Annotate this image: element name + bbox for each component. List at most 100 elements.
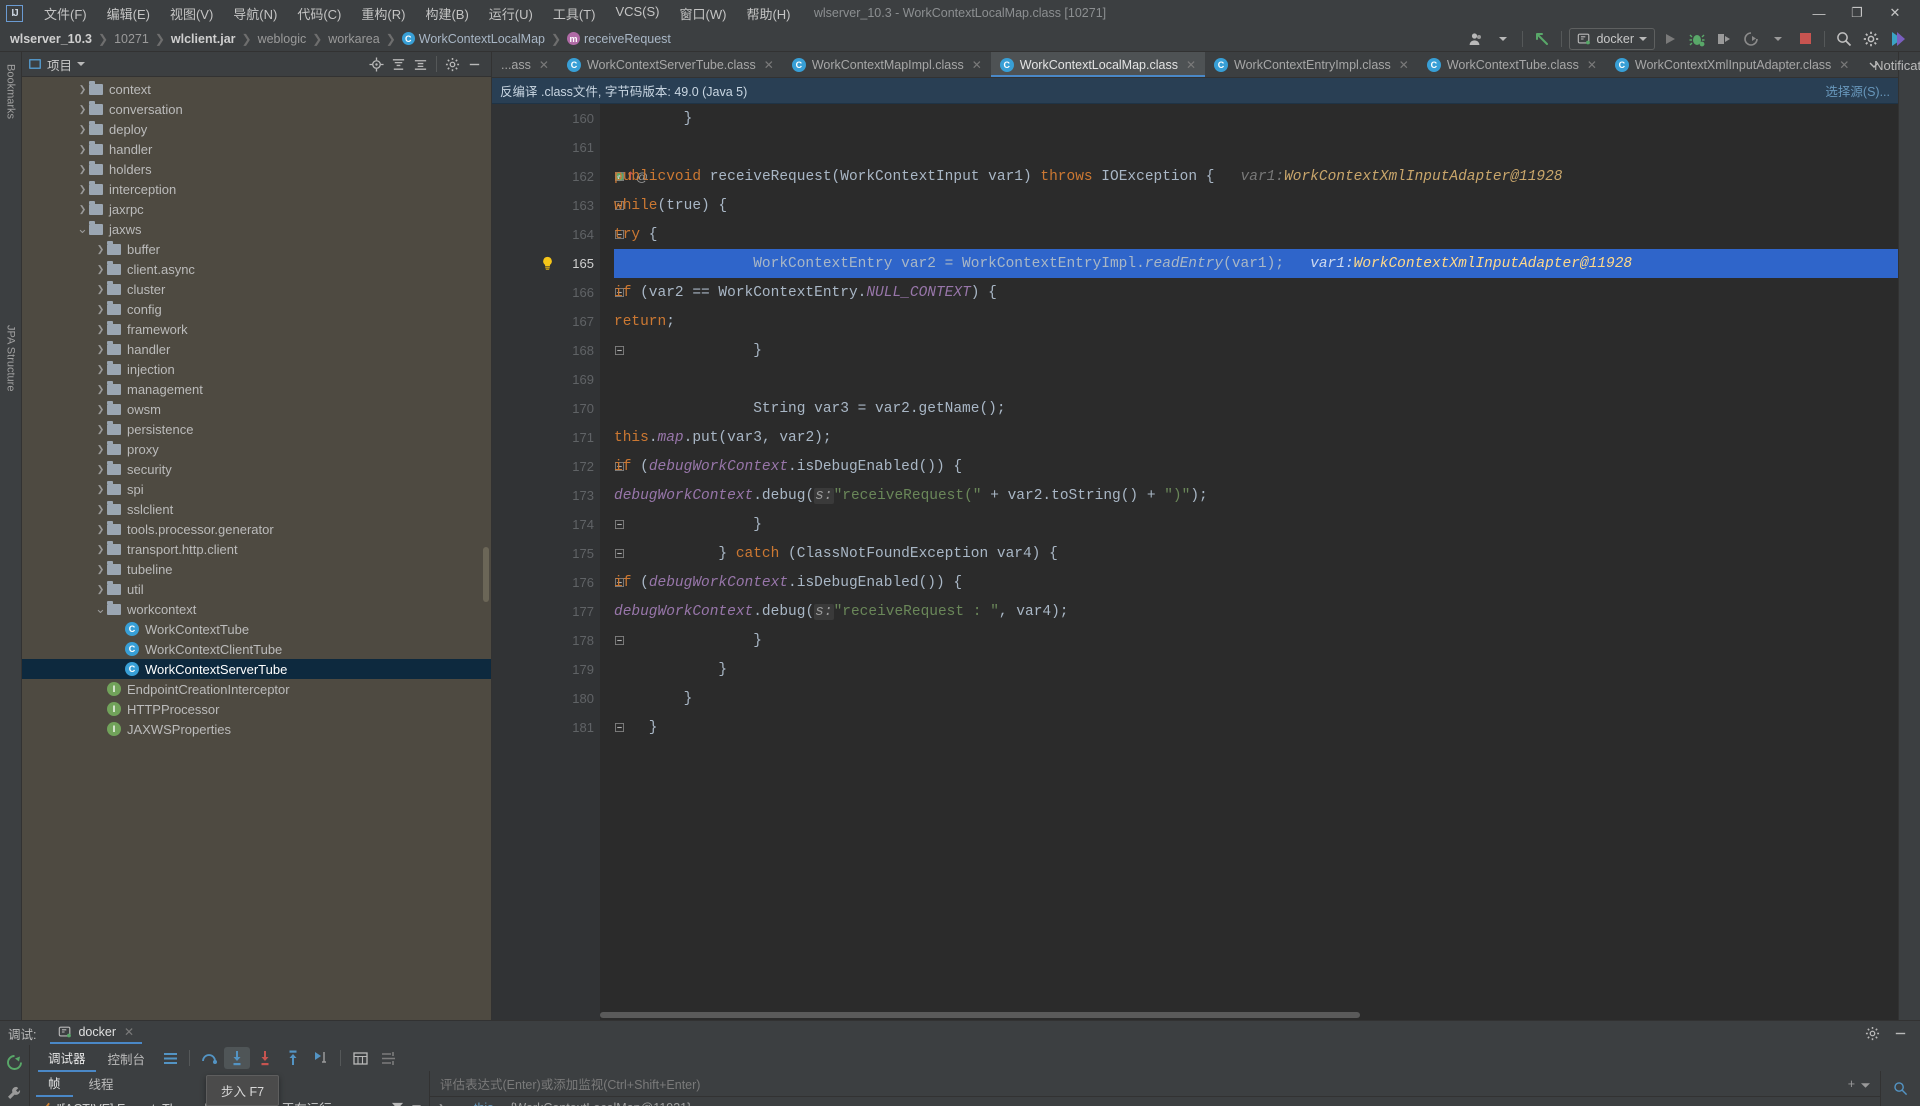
gutter-line[interactable]: 164 [492, 220, 600, 249]
close-icon[interactable]: ✕ [764, 58, 774, 72]
bookmarks-rail[interactable]: Bookmarks [3, 58, 19, 125]
user-account-icon[interactable] [1464, 28, 1488, 50]
gutter-line[interactable]: 163 [492, 191, 600, 220]
tree-node[interactable]: ⌄workcontext [22, 599, 491, 619]
gutter-line[interactable]: 160 [492, 104, 600, 133]
code-line[interactable]: this.map.put(var3, var2); [614, 423, 1898, 452]
code-lines[interactable]: } public void receiveRequest(WorkContext… [600, 104, 1898, 1020]
code-line[interactable]: } [614, 626, 1898, 655]
editor-tab[interactable]: CWorkContextXmlInputAdapter.class✕ [1606, 52, 1858, 77]
gear-icon[interactable] [1859, 28, 1883, 50]
close-icon[interactable]: ✕ [1839, 58, 1849, 72]
hide-panel-icon[interactable] [1888, 1022, 1912, 1044]
gutter-line[interactable]: 169 [492, 365, 600, 394]
tree-node[interactable]: ❯buffer [22, 239, 491, 259]
horizontal-scrollbar[interactable] [600, 1012, 1360, 1018]
code-line[interactable]: return; [614, 307, 1898, 336]
dropdown-chevron-icon[interactable] [1491, 28, 1515, 50]
gutter-line[interactable]: 166 [492, 278, 600, 307]
tree-node[interactable]: ❯tools.processor.generator [22, 519, 491, 539]
tree-node[interactable]: ❯jaxrpc [22, 199, 491, 219]
editor-tab[interactable]: CWorkContextMapImpl.class✕ [783, 52, 991, 77]
chevron-right-icon[interactable]: ❯ [94, 324, 107, 335]
tree-node[interactable]: ❯sslclient [22, 499, 491, 519]
tree-node[interactable]: ❯persistence [22, 419, 491, 439]
tree-node[interactable]: ❯deploy [22, 119, 491, 139]
gutter-line[interactable]: 181 [492, 713, 600, 742]
code-area[interactable]: 160161162o@16316416516616716816917017117… [492, 104, 1898, 1020]
locate-icon[interactable] [366, 54, 387, 74]
breadcrumb-project[interactable]: wlserver_10.3 [6, 30, 96, 48]
menu-edit[interactable]: 编辑(E) [98, 1, 159, 26]
editor-tab[interactable]: CWorkContextTube.class✕ [1418, 52, 1606, 77]
run-to-cursor-icon[interactable] [308, 1047, 334, 1069]
tree-node[interactable]: ❯config [22, 299, 491, 319]
gutter-line[interactable]: 167 [492, 307, 600, 336]
code-line[interactable]: try { [614, 220, 1898, 249]
code-line[interactable]: } [614, 684, 1898, 713]
force-step-into-icon[interactable] [252, 1047, 278, 1069]
project-tree[interactable]: ❯context❯conversation❯deploy❯handler❯hol… [22, 77, 491, 1020]
close-icon[interactable]: ✕ [124, 1025, 134, 1039]
close-icon[interactable]: ✕ [1587, 58, 1597, 72]
ide-feature-icon[interactable] [1886, 28, 1910, 50]
rerun-button[interactable] [1739, 28, 1763, 50]
tree-scrollbar[interactable] [483, 547, 489, 602]
choose-sources-link[interactable]: 选择源(S)... [1825, 81, 1890, 100]
code-line[interactable]: } [614, 104, 1898, 133]
gear-icon[interactable] [442, 54, 463, 74]
gutter-line[interactable]: 177 [492, 597, 600, 626]
tree-node[interactable]: CWorkContextServerTube [22, 659, 491, 679]
editor-gutter[interactable]: 160161162o@16316416516616716816917017117… [492, 104, 600, 1020]
chevron-right-icon[interactable]: ❯ [76, 104, 89, 115]
tree-node[interactable]: ❯security [22, 459, 491, 479]
gutter-line[interactable]: 161 [492, 133, 600, 162]
chevron-down-icon[interactable]: ⌄ [76, 226, 89, 232]
code-line[interactable] [614, 365, 1898, 394]
code-line[interactable]: } [614, 655, 1898, 684]
tree-node[interactable]: IEndpointCreationInterceptor [22, 679, 491, 699]
close-icon[interactable]: ✕ [972, 58, 982, 72]
editor-tab[interactable]: ...ass✕ [492, 52, 558, 77]
tree-node[interactable]: ❯owsm [22, 399, 491, 419]
tree-node[interactable]: ❯management [22, 379, 491, 399]
step-into-icon[interactable] [224, 1047, 250, 1069]
menu-navigate[interactable]: 导航(N) [224, 1, 286, 26]
breadcrumb-package-workarea[interactable]: workarea [324, 30, 383, 48]
menu-tools[interactable]: 工具(T) [544, 1, 605, 26]
layout-settings-icon[interactable] [375, 1047, 401, 1069]
maximize-button[interactable]: ❐ [1838, 0, 1876, 26]
tree-node[interactable]: ❯transport.http.client [22, 539, 491, 559]
chevron-right-icon[interactable]: ❯ [94, 504, 107, 515]
tree-node[interactable]: ❯interception [22, 179, 491, 199]
chevron-right-icon[interactable]: ❯ [94, 464, 107, 475]
gutter-line[interactable]: 170 [492, 394, 600, 423]
chevron-right-icon[interactable]: ❯ [76, 144, 89, 155]
tree-node[interactable]: ❯util [22, 579, 491, 599]
code-line[interactable]: debugWorkContext.debug(s: "receiveReques… [614, 597, 1898, 626]
gutter-line[interactable]: 168 [492, 336, 600, 365]
chevron-right-icon[interactable]: ❯ [94, 364, 107, 375]
tree-node[interactable]: CWorkContextClientTube [22, 639, 491, 659]
code-line[interactable]: } [614, 510, 1898, 539]
code-line[interactable]: if (debugWorkContext.isDebugEnabled()) { [614, 452, 1898, 481]
code-line[interactable]: while(true) { [614, 191, 1898, 220]
chevron-right-icon[interactable]: ❯ [76, 124, 89, 135]
chevron-right-icon[interactable]: ❯ [94, 444, 107, 455]
close-icon[interactable]: ✕ [1399, 58, 1409, 72]
chevron-right-icon[interactable]: ❯ [94, 424, 107, 435]
run-configuration-selector[interactable]: docker [1569, 28, 1655, 50]
tab-console[interactable]: 控制台 [98, 1046, 156, 1071]
code-line[interactable]: } catch (ClassNotFoundException var4) { [614, 539, 1898, 568]
gutter-line[interactable]: 174 [492, 510, 600, 539]
tree-node[interactable]: ❯injection [22, 359, 491, 379]
dropdown-chevron-icon[interactable] [1766, 28, 1790, 50]
close-button[interactable]: ✕ [1876, 0, 1914, 26]
gutter-line[interactable]: 176 [492, 568, 600, 597]
code-line[interactable]: } [614, 336, 1898, 365]
gutter-line[interactable]: 178 [492, 626, 600, 655]
chevron-right-icon[interactable]: ❯ [94, 284, 107, 295]
evaluate-expression-icon[interactable] [347, 1047, 373, 1069]
menu-vcs[interactable]: VCS(S) [606, 1, 668, 26]
add-watch-icon[interactable]: + [1848, 1077, 1855, 1091]
